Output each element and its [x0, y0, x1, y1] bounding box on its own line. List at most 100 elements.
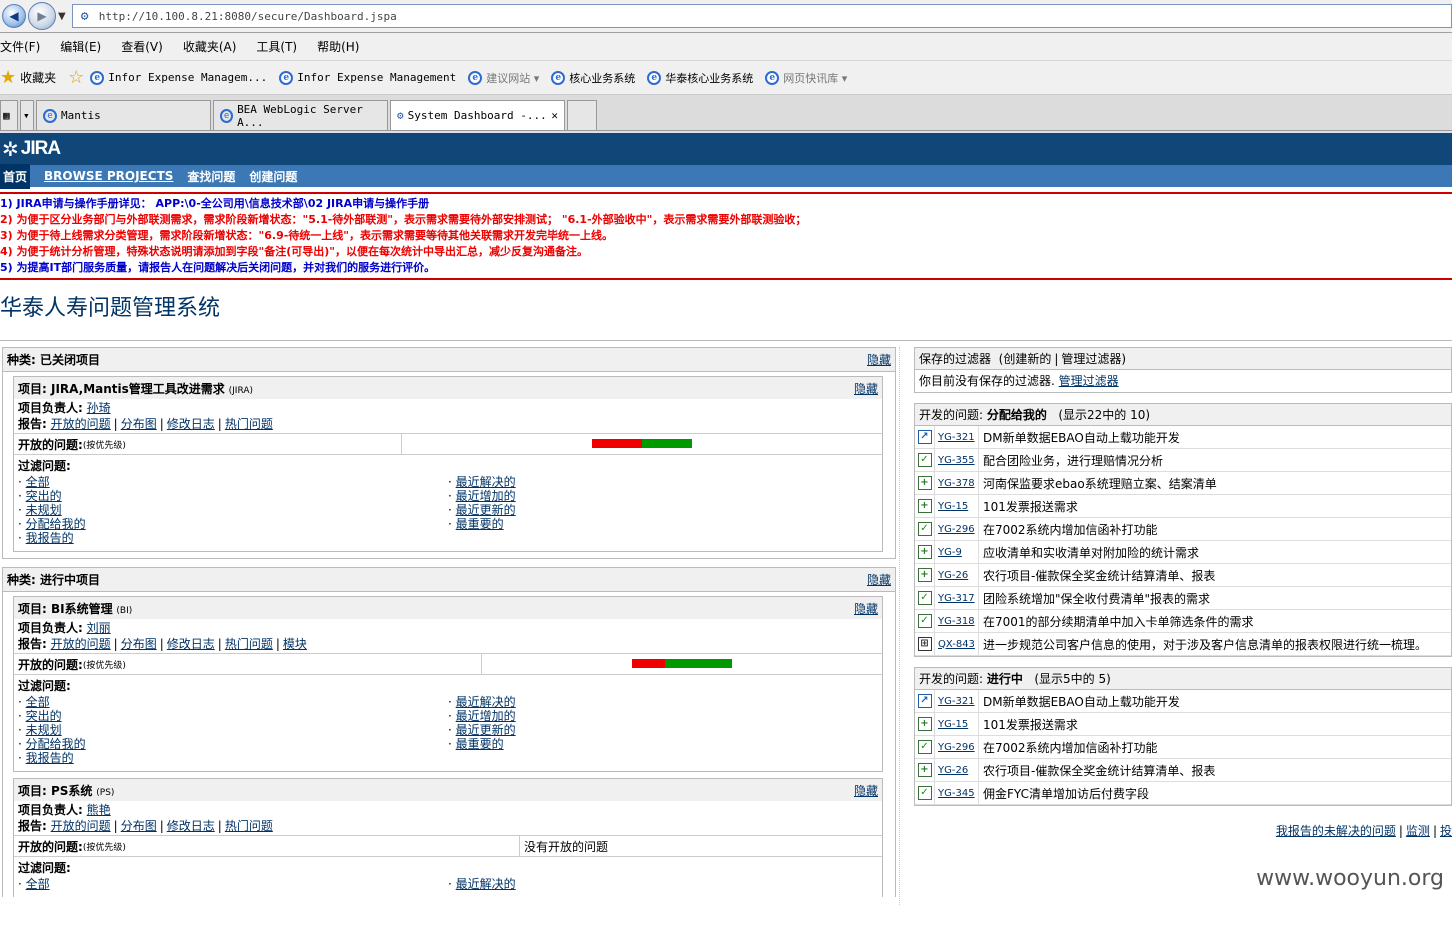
report-open-link[interactable]: 开放的问题 [51, 819, 111, 833]
tab-weblogic[interactable]: e BEA WebLogic Server A... [213, 100, 388, 130]
filter-reported-by-me[interactable]: 我报告的 [26, 531, 74, 545]
report-distribution-link[interactable]: 分布图 [121, 417, 157, 431]
issue-summary[interactable]: 团险系统增加"保全收付费清单"报表的需求 [979, 590, 1210, 607]
issue-key-link[interactable]: YG-321 [938, 432, 975, 443]
report-changelog-link[interactable]: 修改日志 [167, 819, 215, 833]
issue-summary[interactable]: 在7002系统内增加信函补打功能 [979, 739, 1158, 756]
create-filter-link[interactable]: (创建新的 [999, 350, 1052, 367]
filter-recently-updated[interactable]: 最近更新的 [456, 723, 516, 737]
address-input[interactable]: ⚙ http://10.100.8.21:8080/secure/Dashboa… [71, 4, 1452, 28]
project-lead-link[interactable]: 刘丽 [87, 621, 111, 635]
report-components-link[interactable]: 模块 [283, 637, 307, 651]
favorites-button[interactable]: ★ 收藏夹 [0, 67, 56, 88]
filter-recently-resolved[interactable]: 最近解决的 [456, 475, 516, 489]
issue-key-link[interactable]: YG-378 [938, 478, 975, 489]
filter-all[interactable]: 全部 [26, 475, 50, 489]
issue-key-link[interactable]: YG-26 [938, 570, 968, 581]
tab-list-button[interactable]: ▾ [20, 100, 34, 130]
filter-recently-resolved[interactable]: 最近解决的 [456, 695, 516, 709]
add-favorite-icon[interactable]: ☆ [68, 67, 84, 88]
issue-key-link[interactable]: YG-15 [938, 501, 968, 512]
manage-filters-link[interactable]: 管理过滤器) [1061, 350, 1126, 367]
filter-outstanding[interactable]: 突出的 [26, 489, 62, 503]
nav-browse-projects[interactable]: BROWSE PROJECTS [44, 169, 173, 183]
filter-recently-resolved[interactable]: 最近解决的 [456, 877, 516, 891]
issue-key-link[interactable]: YG-317 [938, 593, 975, 604]
report-open-link[interactable]: 开放的问题 [51, 417, 111, 431]
filter-recently-added[interactable]: 最近增加的 [456, 709, 516, 723]
issue-summary[interactable]: 佣金FYC清单增加访后付费字段 [979, 785, 1149, 802]
issue-summary[interactable]: 进一步规范公司客户信息的使用，对于涉及客户信息清单的报表权限进行统一梳理。 [979, 636, 1427, 653]
menu-favorites[interactable]: 收藏夹(A) [183, 38, 237, 55]
filter-unscheduled[interactable]: 未规划 [26, 723, 62, 737]
menu-file[interactable]: 文件(F) [0, 38, 40, 55]
filter-most-important[interactable]: 最重要的 [456, 737, 504, 751]
menu-edit[interactable]: 编辑(E) [60, 38, 101, 55]
filter-all[interactable]: 全部 [26, 877, 50, 891]
hide-link[interactable]: 隐藏 [854, 380, 878, 397]
issue-summary[interactable]: 河南保监要求ebao系统理赔立案、结案清单 [979, 475, 1217, 492]
vote-link[interactable]: 投 [1440, 824, 1452, 838]
issue-key-link[interactable]: YG-296 [938, 742, 975, 753]
issue-summary[interactable]: 农行项目-催款保全奖金统计结算清单、报表 [979, 567, 1215, 584]
my-unresolved-reported-link[interactable]: 我报告的未解决的问题 [1276, 824, 1396, 838]
issue-summary[interactable]: DM新单数据EBAO自动上载功能开发 [979, 693, 1180, 710]
hide-link[interactable]: 隐藏 [867, 351, 891, 368]
filter-recently-updated[interactable]: 最近更新的 [456, 503, 516, 517]
nav-home[interactable]: 首页 [0, 163, 31, 189]
jira-logo[interactable]: JIRA [21, 138, 61, 160]
fav-link-suggested[interactable]: e 建议网站 ▾ [468, 70, 539, 86]
issue-key-link[interactable]: YG-15 [938, 719, 968, 730]
report-popular-link[interactable]: 热门问题 [225, 637, 273, 651]
filter-unscheduled[interactable]: 未规划 [26, 503, 62, 517]
tab-dashboard[interactable]: ⚙ System Dashboard -... ✕ [390, 100, 565, 130]
issue-key-link[interactable]: YG-318 [938, 616, 975, 627]
filter-assigned-to-me[interactable]: 分配给我的 [26, 737, 86, 751]
filter-most-important[interactable]: 最重要的 [456, 517, 504, 531]
fav-link-expense-short[interactable]: e Infor Expense Managem... [90, 70, 267, 85]
hide-link[interactable]: 隐藏 [867, 571, 891, 588]
filter-outstanding[interactable]: 突出的 [26, 709, 62, 723]
nav-create-issue[interactable]: 创建问题 [249, 168, 297, 185]
issue-summary[interactable]: 配合团险业务，进行理赔情况分析 [979, 452, 1163, 469]
issue-key-link[interactable]: YG-296 [938, 524, 975, 535]
project-lead-link[interactable]: 熊艳 [87, 803, 111, 817]
issue-key-link[interactable]: YG-345 [938, 788, 975, 799]
issue-key-link[interactable]: YG-321 [938, 696, 975, 707]
fav-link-huatai-core[interactable]: e 华泰核心业务系统 [647, 70, 753, 86]
report-popular-link[interactable]: 热门问题 [225, 819, 273, 833]
fav-link-webslice[interactable]: e 网页快讯库 ▾ [765, 70, 847, 86]
close-tab-icon[interactable]: ✕ [551, 109, 558, 122]
issue-summary[interactable]: 在7001的部分续期清单中加入卡单筛选条件的需求 [979, 613, 1254, 630]
menu-help[interactable]: 帮助(H) [317, 38, 359, 55]
hide-link[interactable]: 隐藏 [854, 600, 878, 617]
project-lead-link[interactable]: 孙琦 [87, 401, 111, 415]
filter-reported-by-me[interactable]: 我报告的 [26, 751, 74, 765]
issue-key-link[interactable]: YG-26 [938, 765, 968, 776]
menu-view[interactable]: 查看(V) [121, 38, 163, 55]
issue-summary[interactable]: 农行项目-催款保全奖金统计结算清单、报表 [979, 762, 1215, 779]
quick-tabs-button[interactable]: ▦ [0, 100, 18, 130]
report-popular-link[interactable]: 热门问题 [225, 417, 273, 431]
forward-button[interactable]: ▶ [28, 2, 56, 30]
issue-summary[interactable]: DM新单数据EBAO自动上载功能开发 [979, 429, 1180, 446]
issue-summary[interactable]: 101发票报送需求 [979, 716, 1078, 733]
issue-key-link[interactable]: YG-355 [938, 455, 975, 466]
fav-link-expense[interactable]: e Infor Expense Management [279, 70, 456, 85]
issue-key-link[interactable]: YG-9 [938, 547, 962, 558]
issue-key-link[interactable]: QX-843 [938, 639, 975, 650]
back-button[interactable]: ◀ [2, 4, 26, 28]
report-open-link[interactable]: 开放的问题 [51, 637, 111, 651]
nav-find-issues[interactable]: 查找问题 [187, 168, 235, 185]
filter-all[interactable]: 全部 [26, 695, 50, 709]
priority-bar[interactable] [482, 657, 882, 671]
report-distribution-link[interactable]: 分布图 [121, 819, 157, 833]
report-distribution-link[interactable]: 分布图 [121, 637, 157, 651]
filter-assigned-to-me[interactable]: 分配给我的 [26, 517, 86, 531]
new-tab-button[interactable] [567, 100, 597, 130]
manage-filters-link[interactable]: 管理过滤器 [1059, 374, 1119, 388]
menu-tools[interactable]: 工具(T) [256, 38, 297, 55]
monitor-link[interactable]: 监测 [1406, 824, 1430, 838]
issue-summary[interactable]: 在7002系统内增加信函补打功能 [979, 521, 1158, 538]
priority-bar[interactable] [402, 437, 882, 451]
